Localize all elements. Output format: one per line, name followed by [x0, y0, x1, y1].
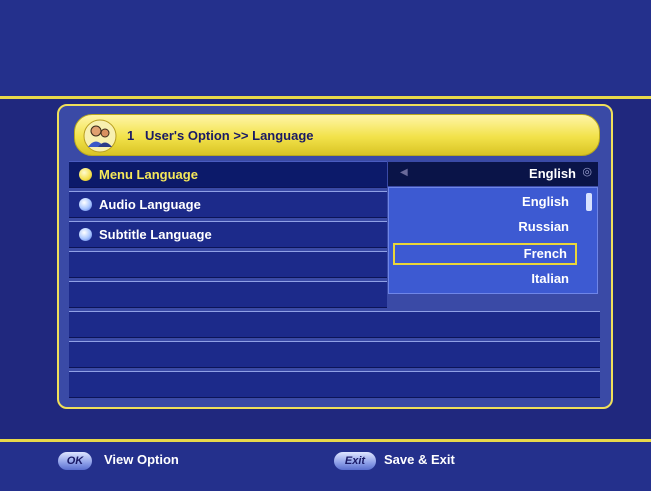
dropdown-option-english[interactable]: English	[393, 192, 577, 214]
row-empty	[69, 251, 387, 278]
row-label: Menu Language	[99, 167, 198, 182]
arrow-right-icon[interactable]: ◎	[582, 165, 592, 178]
dropdown-option-italian[interactable]: Italian	[393, 269, 577, 291]
selected-bullet-icon	[79, 168, 92, 181]
dropdown-option-russian[interactable]: Russian	[393, 217, 577, 239]
bullet-icon	[79, 228, 92, 241]
row-menu-language[interactable]: Menu Language	[69, 161, 387, 188]
row-empty	[69, 371, 600, 398]
ok-hint: View Option	[104, 452, 179, 467]
row-audio-language[interactable]: Audio Language	[69, 191, 387, 218]
current-language: English	[529, 166, 576, 181]
breadcrumb-bar: 1 User's Option >> Language	[74, 114, 600, 156]
row-subtitle-language[interactable]: Subtitle Language	[69, 221, 387, 248]
bullet-icon	[79, 198, 92, 211]
exit-key-icon[interactable]: Exit	[334, 452, 376, 470]
row-label: Subtitle Language	[99, 227, 212, 242]
users-icon	[83, 119, 117, 153]
exit-hint: Save & Exit	[384, 452, 455, 467]
scrollbar-thumb[interactable]	[586, 193, 592, 211]
ok-key-icon[interactable]: OK	[58, 452, 92, 470]
menu-number: 1	[127, 128, 135, 143]
row-empty	[69, 341, 600, 368]
row-empty	[69, 281, 387, 308]
arrow-left-icon[interactable]: ◀	[400, 167, 408, 178]
row-empty	[69, 311, 600, 338]
language-value-selector[interactable]: ◀ English ◎	[388, 162, 598, 186]
page-title: User's Option >> Language	[145, 128, 314, 143]
row-label: Audio Language	[99, 197, 201, 212]
language-dropdown[interactable]: English Russian French Italian	[388, 187, 598, 294]
dropdown-option-french[interactable]: French	[393, 243, 577, 265]
